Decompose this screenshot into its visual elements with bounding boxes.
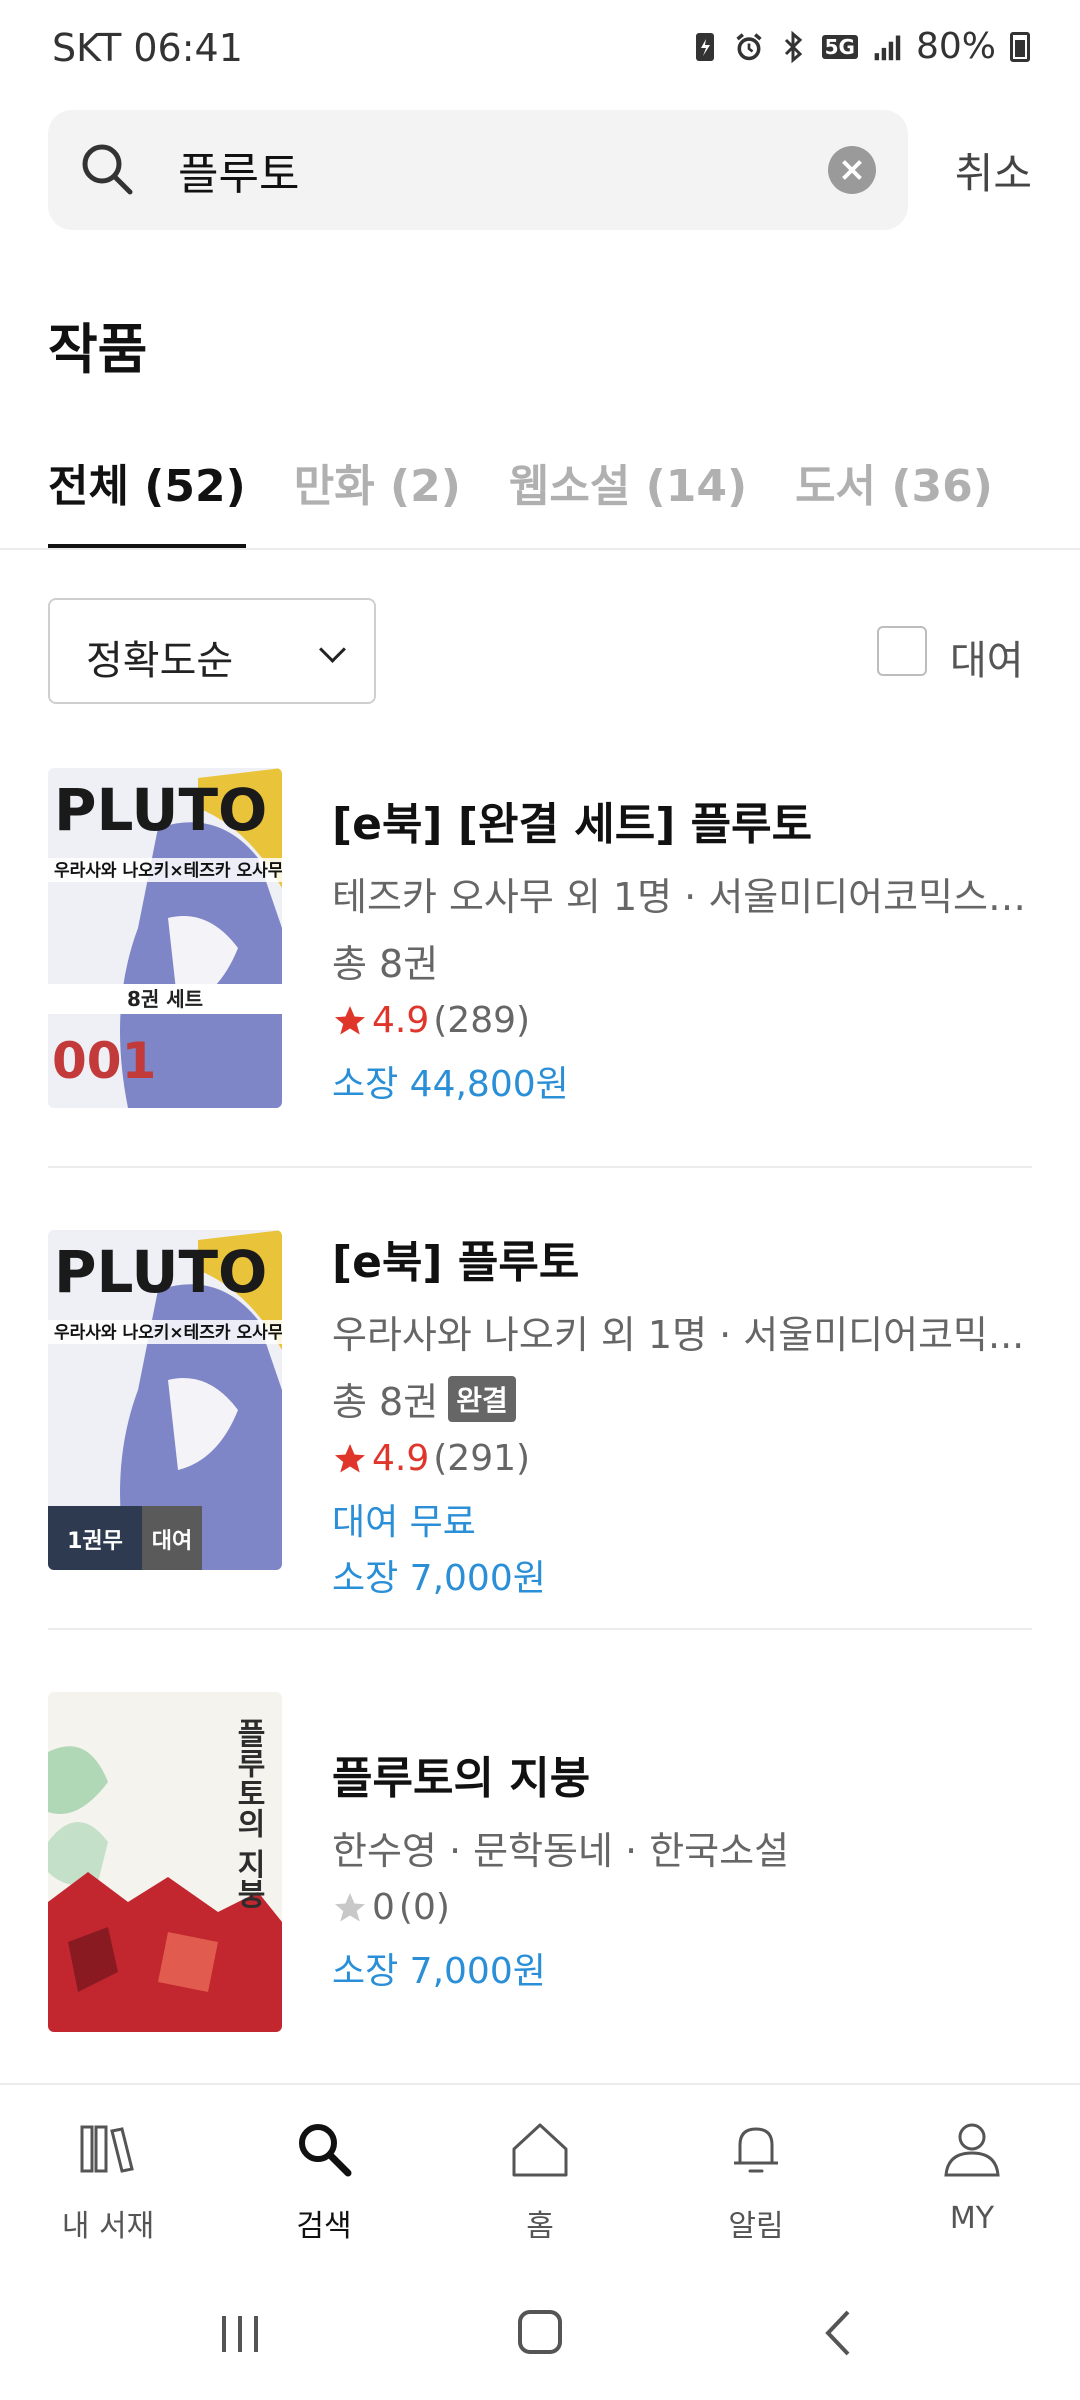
nav-notifications[interactable]: 알림 bbox=[656, 2085, 856, 2255]
search-icon bbox=[82, 144, 133, 195]
rating-value: 4.9 bbox=[372, 1438, 430, 1479]
battery-icon bbox=[1010, 31, 1030, 62]
purchase-price: 소장 7,000원 bbox=[332, 1558, 546, 1599]
carrier-time: SKT 06:41 bbox=[52, 26, 243, 70]
nav-label: 알림 bbox=[728, 2209, 784, 2244]
nav-library[interactable]: 내 서재 bbox=[8, 2085, 208, 2255]
item-info: [e북] 플루토 우라사와 나오키 외 1명 · 서울미디어코믹... 총 8권… bbox=[332, 1230, 1032, 1601]
book-cover[interactable]: 플루토의 지붕 bbox=[48, 1692, 282, 2032]
cover-tag-free: 1권무 bbox=[67, 1529, 123, 1554]
nav-search[interactable]: 검색 bbox=[224, 2085, 424, 2255]
star-icon bbox=[335, 1005, 365, 1034]
search-input[interactable]: 플루토 bbox=[178, 138, 299, 202]
rent-price: 대여 무료 bbox=[332, 1502, 476, 1543]
item-volume-count: 총 8권 완결 bbox=[332, 1371, 1032, 1426]
sort-label: 정확도순 bbox=[86, 638, 234, 684]
network-type: 5G bbox=[821, 34, 858, 59]
search-bar[interactable]: 플루토 bbox=[48, 110, 908, 230]
status-bar: SKT 06:41 5G 80% bbox=[0, 0, 1080, 100]
chevron-down-icon bbox=[319, 636, 346, 663]
nav-label: 홈 bbox=[526, 2209, 554, 2244]
item-title[interactable]: 플루토의 지붕 bbox=[332, 1742, 1032, 1806]
completed-badge: 완결 bbox=[448, 1375, 516, 1422]
cover-header: PLUTO bbox=[54, 1238, 267, 1306]
item-info: 플루토의 지붕 한수영 · 문학동네 · 한국소설 0 (0) 소장 7,000… bbox=[332, 1692, 1032, 1994]
list-item[interactable]: PLUTO 우라사와 나오키×테즈카 오사무 8권 세트 001 [e북] [완… bbox=[48, 768, 1032, 1108]
purchase-price: 소장 44,800원 bbox=[332, 1064, 569, 1105]
rating-count: (291) bbox=[433, 1438, 531, 1479]
sort-dropdown[interactable]: 정확도순 bbox=[48, 598, 376, 704]
list-item[interactable]: 플루토의 지붕 플루토의 지붕 한수영 · 문학동네 · 한국소설 0 (0) … bbox=[48, 1692, 1032, 2032]
item-rating: 0 (0) bbox=[332, 1887, 1032, 1928]
library-icon bbox=[80, 2125, 134, 2173]
rating-count: (0) bbox=[398, 1887, 450, 1928]
nav-label: MY bbox=[949, 2201, 995, 2236]
volume-count: 총 8권 bbox=[332, 942, 439, 986]
tab-all[interactable]: 전체 (52) bbox=[48, 450, 246, 550]
rent-label[interactable]: 대여 bbox=[950, 628, 1024, 686]
rating-value: 4.9 bbox=[372, 1000, 430, 1041]
cover-header: PLUTO bbox=[54, 776, 267, 844]
rating-count: (289) bbox=[433, 1000, 531, 1041]
battery-percent: 80% bbox=[915, 26, 996, 67]
volume-count: 총 8권 bbox=[332, 1380, 439, 1424]
item-meta: 우라사와 나오키 외 1명 · 서울미디어코믹... bbox=[332, 1313, 1025, 1357]
purchase-price: 소장 7,000원 bbox=[332, 1951, 546, 1992]
nav-label: 검색 bbox=[296, 2209, 352, 2244]
status-icons: 5G 80% bbox=[690, 26, 1030, 67]
battery-saver-icon bbox=[695, 32, 714, 61]
list-divider bbox=[48, 1628, 1032, 1630]
bluetooth-icon bbox=[784, 30, 802, 63]
cover-vertical-title: 플루토의 지붕 bbox=[231, 1718, 266, 1909]
item-title[interactable]: [e북] [완결 세트] 플루토 bbox=[332, 788, 1032, 852]
list-item[interactable]: PLUTO 우라사와 나오키×테즈카 오사무 1권무 대여 [e북] 플루토 우… bbox=[48, 1230, 1032, 1599]
home-button-icon[interactable] bbox=[500, 2298, 580, 2368]
nav-home[interactable]: 홈 bbox=[440, 2085, 640, 2255]
back-icon[interactable] bbox=[800, 2298, 880, 2368]
recent-apps-icon[interactable] bbox=[200, 2298, 280, 2368]
star-icon bbox=[335, 1443, 365, 1472]
home-icon bbox=[512, 2123, 568, 2177]
cover-tag-rent: 대여 bbox=[152, 1529, 192, 1554]
tab-books[interactable]: 도서 (36) bbox=[795, 450, 993, 550]
item-rating: 4.9 (291) bbox=[332, 1438, 1032, 1479]
system-nav-bar bbox=[0, 2270, 1080, 2400]
nav-label: 내 서재 bbox=[61, 2209, 155, 2244]
item-meta: 테즈카 오사무 외 1명 · 서울미디어코믹스/... bbox=[332, 875, 1032, 919]
cover-subtitle: 우라사와 나오키×테즈카 오사무 bbox=[54, 1323, 282, 1343]
cover-number: 001 bbox=[52, 1032, 156, 1090]
cover-subtitle: 우라사와 나오키×테즈카 오사무 bbox=[54, 861, 282, 881]
signal-icon bbox=[874, 35, 901, 60]
book-cover[interactable]: PLUTO 우라사와 나오키×테즈카 오사무 8권 세트 001 bbox=[48, 768, 282, 1108]
book-cover[interactable]: PLUTO 우라사와 나오키×테즈카 오사무 1권무 대여 bbox=[48, 1230, 282, 1570]
search-icon bbox=[299, 2124, 352, 2177]
nav-my[interactable]: MY bbox=[872, 2085, 1072, 2255]
tab-divider bbox=[0, 548, 1080, 550]
tab-comics[interactable]: 만화 (2) bbox=[294, 450, 461, 550]
tab-webnovel[interactable]: 웹소설 (14) bbox=[509, 450, 747, 550]
cancel-button[interactable]: 취소 bbox=[955, 140, 1032, 201]
item-title[interactable]: [e북] 플루토 bbox=[332, 1226, 1032, 1290]
alarm-icon bbox=[736, 32, 762, 60]
section-title: 작품 bbox=[48, 318, 148, 381]
bottom-nav: 내 서재 검색 홈 알림 MY bbox=[0, 2083, 1080, 2265]
item-rating: 4.9 (289) bbox=[332, 1000, 1032, 1041]
item-info: [e북] [완결 세트] 플루토 테즈카 오사무 외 1명 · 서울미디어코믹스… bbox=[332, 768, 1032, 1107]
category-tabs: 전체 (52) 만화 (2) 웹소설 (14) 도서 (36) bbox=[48, 450, 993, 550]
cover-banner: 8권 세트 bbox=[127, 987, 203, 1011]
list-divider bbox=[48, 1166, 1032, 1168]
person-icon bbox=[944, 2123, 1000, 2177]
rent-checkbox[interactable] bbox=[877, 626, 927, 676]
item-volume-count: 총 8권 bbox=[332, 933, 1032, 988]
rating-value: 0 bbox=[372, 1887, 395, 1928]
star-icon bbox=[335, 1892, 365, 1921]
item-meta: 한수영 · 문학동네 · 한국소설 bbox=[332, 1829, 790, 1873]
bell-icon bbox=[734, 2127, 778, 2173]
clear-search-icon[interactable] bbox=[828, 146, 876, 194]
